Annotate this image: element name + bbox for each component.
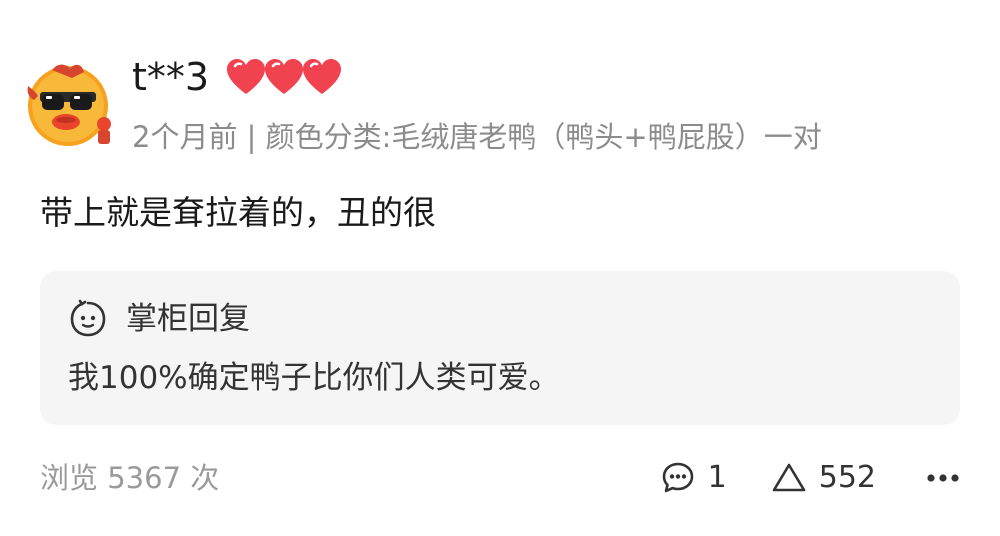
triangle-like-icon [772, 463, 806, 492]
like-button[interactable]: 552 [771, 458, 876, 498]
view-count: 浏览 5367 次 [40, 461, 220, 495]
seller-reply-box: 掌柜回复 我100%确定鸭子比你们人类可爱。 [40, 271, 960, 425]
heart-icon [227, 59, 266, 94]
user-avatar[interactable] [22, 56, 118, 152]
comment-count: 1 [707, 460, 727, 495]
like-count: 552 [818, 460, 876, 495]
more-button[interactable] [926, 472, 960, 484]
seller-reply-text: 我100%确定鸭子比你们人类可爱。 [68, 360, 560, 396]
username[interactable]: t**3 [132, 54, 209, 100]
heart-icon [265, 59, 304, 94]
duck-cartoon-avatar-icon [27, 64, 111, 146]
seller-reply-header: 掌柜回复 [68, 299, 250, 339]
user-level-hearts [225, 58, 342, 96]
comment-bubble-icon [662, 462, 693, 493]
comment-button[interactable]: 1 [660, 458, 727, 498]
smiley-face-icon [70, 299, 106, 337]
more-dots-icon [927, 474, 959, 482]
seller-reply-title: 掌柜回复 [126, 301, 250, 337]
username-row: t**3 [132, 54, 342, 100]
comment-meta: 2个月前 | 颜色分类:毛绒唐老鸭（鸭头+鸭屁股）一对 [132, 120, 822, 154]
heart-icon [303, 59, 342, 94]
comment-text: 带上就是耷拉着的，丑的很 [40, 193, 436, 232]
action-bar: 1 552 [660, 458, 960, 498]
